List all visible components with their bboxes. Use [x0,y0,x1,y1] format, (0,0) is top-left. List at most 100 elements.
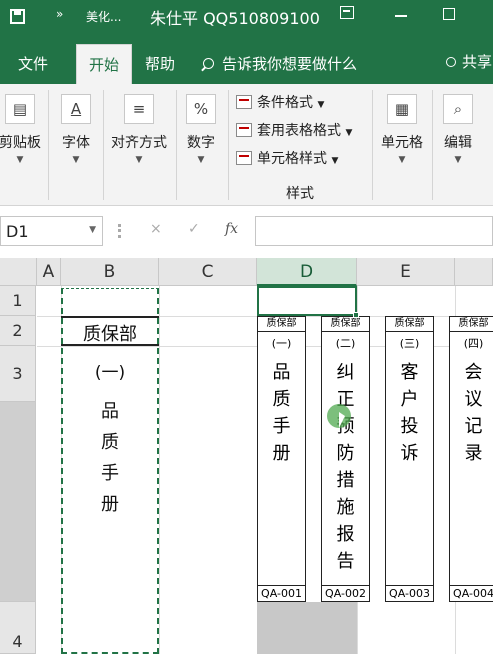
align-icon: ≡ [124,94,154,124]
card-text: 会议记录 [464,362,483,464]
maximize-icon[interactable] [443,8,455,20]
card-text: 客户投诉 [400,362,419,464]
clipboard-group[interactable]: ▤ 剪贴板 ▼ [0,90,46,176]
format-as-table-label: 套用表格格式 [257,123,341,139]
window-title: 朱仕平 QQ510809100 [150,9,320,28]
name-box-value: D1 [6,222,29,241]
active-cell-d1[interactable] [257,286,359,318]
divider [176,90,177,200]
row-header-blank [0,402,36,602]
font-icon: A [61,94,91,124]
divider [432,90,433,200]
card-dept: 质保部 [386,317,433,332]
person-icon [446,57,456,67]
format-as-table-button[interactable]: 套用表格格式 ▼ [236,120,352,140]
minimize-icon[interactable] [395,15,407,17]
ribbon-home: ▤ 剪贴板 ▼ A 字体 ▼ ≡ 对齐方式 ▼ % 数字 ▼ 条件格式 ▼ 套用… [0,84,493,206]
cells-group[interactable]: ▦ 单元格 ▼ [376,90,428,176]
divider [103,90,104,200]
column-header-e[interactable]: E [357,258,455,286]
chevron-down-icon: ▼ [331,156,339,166]
clipboard-label: 剪贴板 [0,135,41,151]
column-header-d[interactable]: D [257,258,357,286]
card-number: (三) [399,337,420,350]
divider [372,90,373,200]
cell-styles-label: 单元格样式 [257,151,327,167]
card-dept: 质保部 [258,317,305,332]
cancel-icon[interactable]: × [150,221,162,237]
tell-me-search[interactable]: 告诉我你想要做什么 [203,53,357,74]
card-number: (四) [463,337,484,350]
conditional-formatting-button[interactable]: 条件格式 ▼ [236,92,324,112]
card-text: 品质手册 [272,362,291,464]
select-all-corner[interactable] [0,258,37,286]
column-header-b[interactable]: B [61,258,159,286]
label-card[interactable]: 质保部 (一) 品质手册 QA-001 [257,316,306,602]
column-header-c[interactable]: C [159,258,257,286]
formula-buttons: × ✓ fx [118,216,248,246]
save-icon[interactable] [10,9,25,24]
divider [48,90,49,200]
number-group[interactable]: % 数字 ▼ [180,90,222,176]
cells-icon: ▦ [387,94,417,124]
card-dept: 质保部 [322,317,369,332]
share-label: 共享 [462,53,493,71]
chevron-down-icon: ▼ [135,155,143,165]
row-header-3[interactable]: 3 [0,346,36,402]
cells-label: 单元格 [381,135,423,151]
chevron-down-icon[interactable]: ▼ [89,225,96,235]
column-header-f[interactable] [455,258,493,286]
alignment-group[interactable]: ≡ 对齐方式 ▼ [106,90,172,176]
card-code: QA-003 [386,585,433,601]
enter-icon[interactable]: ✓ [188,221,200,237]
row-header-2[interactable]: 2 [0,316,36,346]
cell-styles-icon [236,151,252,165]
column-header-a[interactable]: A [37,258,61,286]
label-card[interactable]: 质保部 (四) 会议记录 QA-004 [449,316,493,602]
mouse-cursor-icon [327,404,351,428]
search-icon [203,58,214,69]
copy-marquee [61,288,159,654]
tell-me-label: 告诉我你想要做什么 [222,55,358,73]
paste-icon: ▤ [5,94,35,124]
quick-access-more[interactable]: » [56,7,63,21]
drag-handle[interactable] [118,224,121,238]
card-code: QA-001 [258,585,305,601]
gridline [159,286,160,654]
font-label: 字体 [62,135,90,151]
cell-d4-shaded[interactable] [257,602,357,654]
card-text: 纠正预防措施报告 [336,362,355,572]
editing-label: 编辑 [444,135,472,151]
conditional-formatting-label: 条件格式 [257,95,313,111]
tab-help[interactable]: 帮助 [145,53,175,74]
editing-group[interactable]: ⌕ 编辑 ▼ [436,90,480,176]
row-header-4[interactable]: 4 [0,602,36,654]
tab-home[interactable]: 开始 [76,44,133,84]
formula-bar: D1 ▼ × ✓ fx [0,206,493,258]
label-card[interactable]: 质保部 (三) 客户投诉 QA-003 [385,316,434,602]
card-number: (二) [335,337,356,350]
file-name-short: 美化... [86,10,122,24]
fill-handle[interactable] [353,312,359,318]
name-box[interactable]: D1 ▼ [0,216,103,246]
font-group[interactable]: A 字体 ▼ [52,90,100,176]
chevron-down-icon: ▼ [345,128,353,138]
row-header-1[interactable]: 1 [0,286,36,316]
chevron-down-icon: ▼ [16,155,24,165]
divider [228,90,229,200]
chevron-down-icon: ▼ [317,100,325,110]
share-button[interactable]: 共享 [446,51,492,72]
label-card[interactable]: 质保部 (二) 纠正预防措施报告 QA-002 [321,316,370,602]
chevron-down-icon: ▼ [454,155,462,165]
number-label: 数字 [187,135,215,151]
card-code: QA-002 [322,585,369,601]
format-as-table-icon [236,123,252,137]
tab-file[interactable]: 文件 [18,53,48,74]
ribbon-display-options-icon[interactable] [340,6,354,19]
chevron-down-icon: ▼ [72,155,80,165]
insert-function-icon[interactable]: fx [225,221,238,237]
cell-styles-button[interactable]: 单元格样式 ▼ [236,148,338,168]
percent-icon: % [186,94,216,124]
styles-group-label: 样式 [286,186,314,202]
formula-input[interactable] [255,216,493,246]
